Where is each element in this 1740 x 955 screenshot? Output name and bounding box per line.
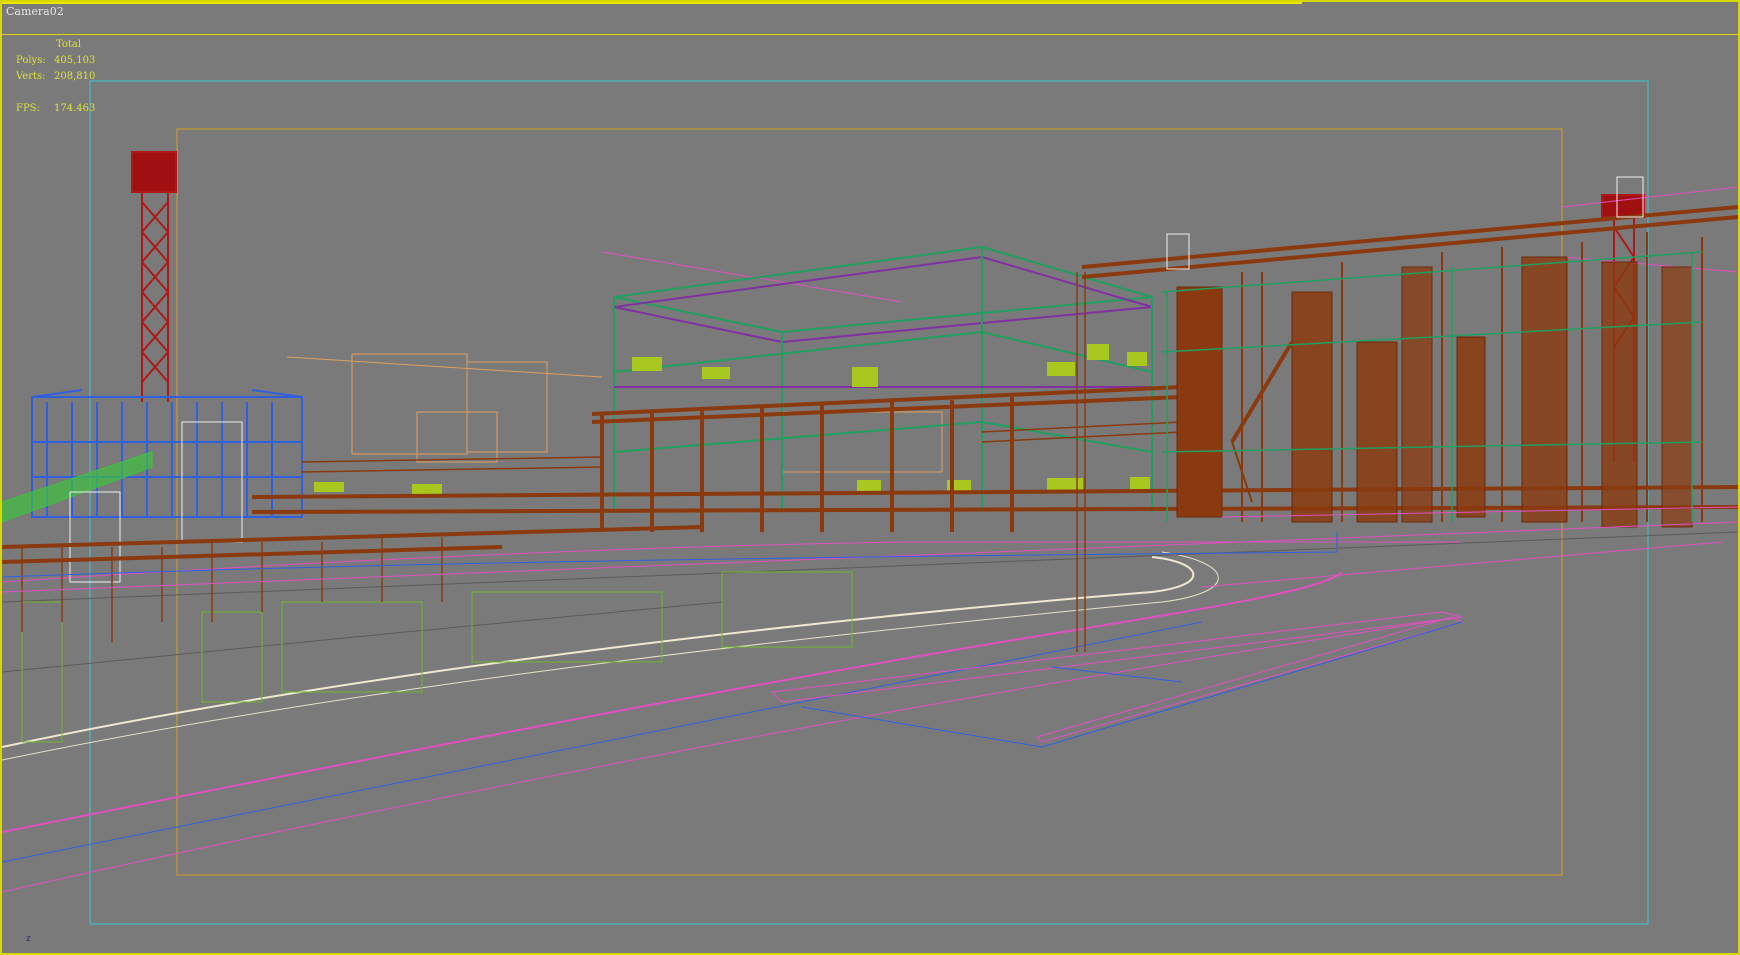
viewport-statistics: Total Polys: 405,103 Verts: 208,810 FPS: 17… — [16, 37, 95, 117]
vertical-poles — [1076, 272, 1086, 652]
floodlight-tower-left — [131, 151, 177, 402]
stats-fps: FPS: 174.463 — [16, 103, 96, 114]
stats-verts: Verts: 208,810 — [16, 71, 96, 82]
axis-tripod-z-label: z — [26, 934, 31, 944]
right-main-building — [1176, 256, 1693, 528]
camera-viewport[interactable]: Camera02 Total Polys: 405,103 Verts: 208… — [0, 0, 1740, 955]
wireframe-scene[interactable] — [2, 2, 1738, 953]
left-stair-green — [2, 451, 153, 523]
stats-header: Total — [56, 39, 82, 50]
stats-polys: Polys: 405,103 — [16, 55, 96, 66]
